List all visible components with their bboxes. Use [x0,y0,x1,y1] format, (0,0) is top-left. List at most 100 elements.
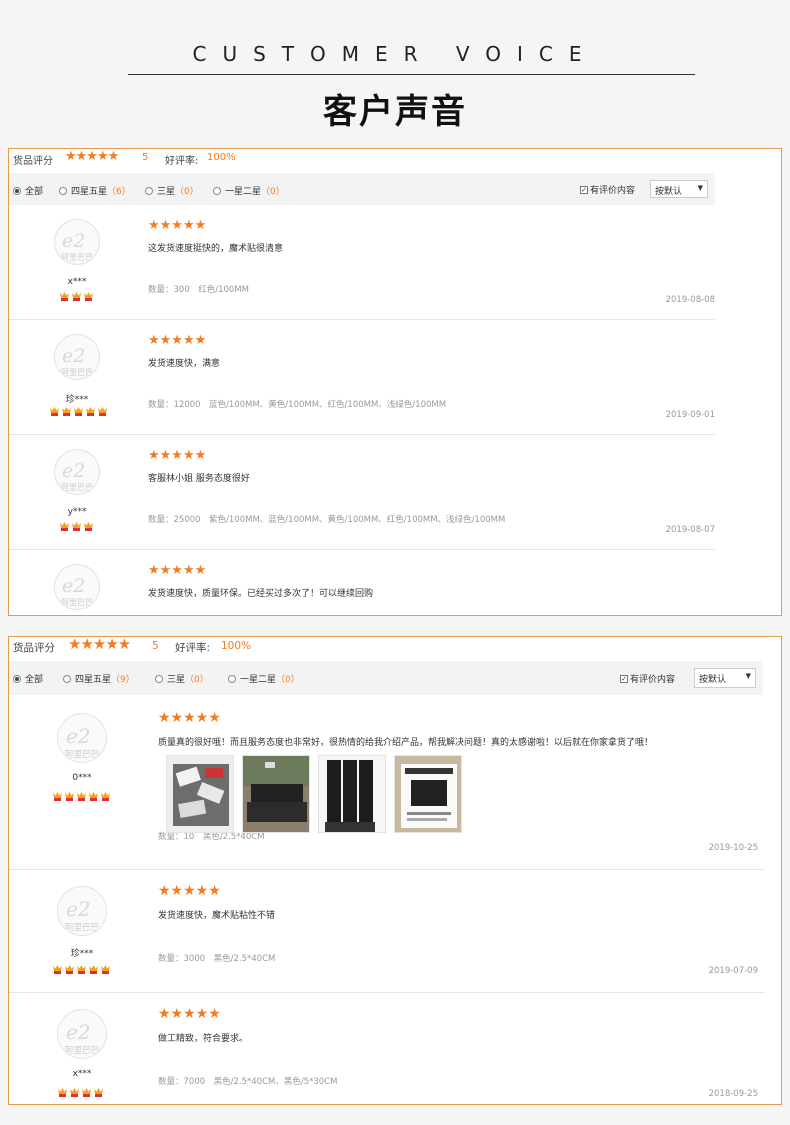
rating-stars: ★★★★★ [65,149,119,164]
filter-one-two-star[interactable]: 一星二星 （0） [213,184,285,197]
rating-score: 5 [142,152,149,163]
review-spec: 数量：25000 紫色/100MM、蓝色/100MM、黄色/100MM、红色/1… [148,515,506,525]
review-date: 2019-10-25 [708,843,758,853]
good-rate-label: 好评率: [175,642,211,654]
review-image[interactable] [166,755,234,833]
reviewer-name: 珍*** [70,949,94,959]
level-badge-icon [89,965,98,974]
level-badge-icon [72,292,81,301]
filter-bar: 全部 四星五星 （9） 三星 （0） 一星二星 （0） ✓ 有评价内容 按默认 ▼ [9,661,763,695]
svg-text:e2: e2 [66,724,91,748]
review-text: 发货速度快，满意 [148,359,221,369]
review-item: e2 阿里巴巴 x*** ★★★★★ 做工精致，符合要求。 数量：7000 黑色/… [9,993,765,1104]
level-badge-icon [65,792,74,801]
rating-label: 货品评分 [13,156,53,167]
avatar: e2 阿里巴巴 [54,334,100,380]
reviewer-name: y*** [67,507,87,517]
sort-select[interactable]: 按默认 ▼ [694,668,756,688]
reviewer-level-badges [59,521,94,532]
has-content-checkbox[interactable]: ✓ 有评价内容 [620,672,675,685]
avatar-logo-text: 阿里巴巴 [65,923,100,933]
checkbox-icon: ✓ [620,674,628,683]
svg-text:e2: e2 [66,1020,91,1044]
review-images [166,755,462,833]
reviewer-level-badges [57,1087,104,1098]
reviewer-level-badges [52,964,111,975]
review-panel-1: 货品评分 ★★★★★ 5 好评率: 100% 全部 四星五星 （6） 三星 （0） … [8,148,782,616]
level-badge-icon [89,792,98,801]
level-badge-icon [101,965,110,974]
review-image[interactable] [394,755,462,833]
review-spec: 数量：3000 黑色/2.5*40CM [158,954,276,964]
rating-stars: ★★★★★ [68,636,131,653]
reviewer-name: 0*** [72,773,92,783]
review-date: 2018-09-25 [708,1089,758,1099]
review-spec: 数量：12000 蓝色/100MM、黄色/100MM、红色/100MM、浅绿色/… [148,400,447,410]
review-stars: ★★★★★ [158,1006,221,1022]
rating-label: 货品评分 [13,642,55,654]
avatar: e2 阿里巴巴 [54,564,100,610]
svg-text:e2: e2 [66,897,91,921]
rating-summary: 货品评分 ★★★★★ 5 好评率: 100% [9,637,781,661]
review-text: 做工精致，符合要求。 [158,1034,249,1044]
level-badge-icon [101,792,110,801]
level-badge-icon [50,407,59,416]
avatar: e2 阿里巴巴 [54,449,100,495]
review-image[interactable] [318,755,386,833]
chinese-title: 客户声音 [323,92,467,132]
radio-icon [13,186,21,195]
review-stars: ★★★★★ [148,448,207,463]
sort-select[interactable]: 按默认 ▼ [650,180,708,198]
chevron-down-icon: ▼ [745,672,751,680]
radio-icon [213,186,221,195]
radio-icon [59,186,67,195]
level-badge-icon [60,522,69,531]
good-rate-value: 100% [207,152,236,163]
svg-text:e2: e2 [62,460,85,482]
review-item: e2 阿里巴巴 x*** ★★★★★ 这发货速度挺快的，魔术贴很清意 数量：300… [9,205,715,320]
avatar-logo-text: 阿里巴巴 [65,1046,100,1056]
radio-icon [13,674,21,683]
rating-score: 5 [152,640,159,652]
avatar-logo-text: 阿里巴巴 [61,253,93,262]
review-text: 发货速度快，魔术贴粘性不错 [158,911,276,921]
review-stars: ★★★★★ [148,333,207,348]
review-date: 2019-07-09 [708,966,758,976]
chevron-down-icon: ▼ [697,184,703,192]
radio-icon [145,186,153,195]
filter-all[interactable]: 全部 [13,184,43,197]
reviewer-name: x*** [67,277,87,287]
english-title: CUSTOMER VOICE [192,42,598,66]
review-item: e2 阿里巴巴 y*** ★★★★★ 客服林小姐 服务态度很好 数量：25000 … [9,435,715,550]
review-date: 2019-08-07 [665,525,715,535]
avatar-logo-text: 阿里巴巴 [61,598,93,607]
avatar-logo-text: 阿里巴巴 [61,483,93,492]
level-badge-icon [60,292,69,301]
radio-icon [228,674,236,683]
level-badge-icon [84,292,93,301]
level-badge-icon [77,792,86,801]
level-badge-icon [72,522,81,531]
filter-all[interactable]: 全部 [13,672,43,685]
filter-one-two-star[interactable]: 一星二星 （0） [228,672,300,685]
page-header: CUSTOMER VOICE 客户声音 [0,0,790,140]
level-badge-icon [94,1088,103,1097]
has-content-checkbox[interactable]: ✓ 有评价内容 [580,183,635,196]
review-image[interactable] [242,755,310,833]
radio-icon [63,674,71,683]
review-text: 质量真的很好哦！而且服务态度也非常好，很热情的给我介绍产品，帮我解决问题！真的太… [158,738,654,748]
radio-icon [155,674,163,683]
filter-three-star[interactable]: 三星 （0） [155,672,209,685]
filter-four-five-star[interactable]: 四星五星 （9） [63,672,135,685]
review-spec: 数量：7000 黑色/2.5*40CM、黑色/5*30CM [158,1077,338,1087]
filter-four-five-star[interactable]: 四星五星 （6） [59,184,131,197]
review-text: 客服林小姐 服务态度很好 [148,474,250,484]
reviewer-level-badges [49,406,108,417]
review-item: e2 阿里巴巴 ★★★★★ 发货速度快，质量环保。已经买过多次了！可以继续回购 [9,550,715,615]
review-text: 这发货速度挺快的，魔术贴很清意 [148,244,284,254]
level-badge-icon [62,407,71,416]
review-stars: ★★★★★ [158,883,221,899]
review-text: 发货速度快，质量环保。已经买过多次了！可以继续回购 [148,589,374,599]
avatar-logo-text: 阿里巴巴 [65,750,100,760]
filter-three-star[interactable]: 三星 （0） [145,184,199,197]
